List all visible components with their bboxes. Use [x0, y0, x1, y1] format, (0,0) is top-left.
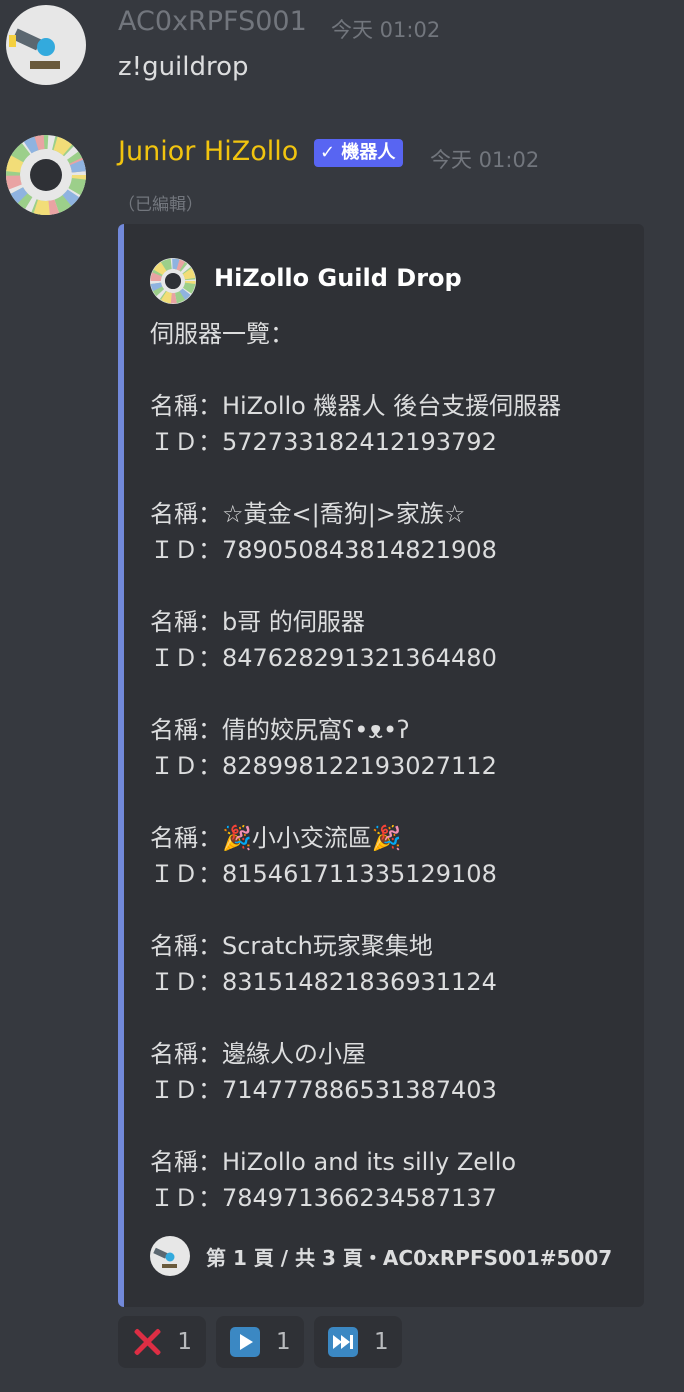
reaction-count: 1 — [276, 1329, 291, 1355]
description-line: ＩＤ：815461711335129108 — [150, 860, 497, 888]
description-line — [150, 1000, 630, 1036]
embed-footer-icon — [150, 1236, 190, 1276]
reaction-count: 1 — [374, 1329, 389, 1355]
description-line — [150, 460, 630, 496]
description-line: 名稱：b哥 的伺服器 — [150, 608, 365, 636]
description-line: 名稱：Scratch玩家聚集地 — [150, 932, 433, 960]
embed-author-name: HiZollo Guild Drop — [214, 264, 462, 292]
edited-label: （已編輯） — [118, 195, 203, 215]
timestamp: 今天 01:02 — [331, 18, 441, 42]
description-line: ＩＤ：572733182412193792 — [150, 428, 497, 456]
reaction-next[interactable]: 1 — [314, 1316, 402, 1368]
description-line: ＩＤ：828998122193027112 — [150, 752, 497, 780]
description-line: 名稱：🎉小小交流區🎉 — [150, 824, 402, 852]
description-line: ＩＤ：714777886531387403 — [150, 1076, 497, 1104]
embed-footer: 第 1 頁 / 共 3 頁・AC0xRPFS001#5007 — [206, 1246, 613, 1270]
description-line — [150, 568, 630, 604]
message-content: z!guildrop — [118, 52, 249, 82]
description-line — [150, 784, 630, 820]
description-line: 名稱：倩的姣尻窩ʕ•ᴥ•ʔ — [150, 716, 410, 744]
description-line: ＩＤ：789050843814821908 — [150, 536, 497, 564]
reaction-x[interactable]: 1 — [118, 1316, 206, 1368]
embed-color-bar — [118, 224, 124, 1307]
description-line — [150, 1108, 630, 1144]
embed-author-icon — [150, 258, 196, 304]
play-button-icon — [230, 1327, 260, 1357]
description-line: ＩＤ：784971366234587137 — [150, 1184, 497, 1212]
bot-tag: ✓ 機器人 — [314, 139, 404, 167]
embed: HiZollo Guild Drop 伺服器一覽： 名稱：HiZollo 機器人 … — [118, 224, 644, 1307]
telescope-icon — [6, 5, 86, 85]
description-line: 名稱：邊緣人の小屋 — [150, 1040, 366, 1068]
description-line — [150, 352, 630, 388]
embed-description: 伺服器一覽： 名稱：HiZollo 機器人 後台支援伺服器 ＩＤ：572733182… — [150, 316, 630, 1216]
bot-username[interactable]: Junior HiZollo — [118, 136, 298, 167]
description-line — [150, 676, 630, 712]
description-line: 名稱：☆黃金<|喬狗|>家族☆ — [150, 500, 466, 528]
ring-logo-icon — [6, 135, 86, 215]
x-mark-icon — [132, 1327, 161, 1357]
timestamp: 今天 01:02 — [430, 148, 540, 172]
description-line: 名稱：HiZollo 機器人 後台支援伺服器 — [150, 392, 562, 420]
user-avatar[interactable] — [6, 5, 86, 85]
description-line: 名稱：HiZollo and its silly Zello — [150, 1148, 517, 1176]
description-line: ＩＤ：831514821836931124 — [150, 968, 497, 996]
reaction-count: 1 — [177, 1329, 192, 1355]
description-line: 伺服器一覽： — [150, 320, 294, 348]
username[interactable]: AC0xRPFS001 — [118, 6, 307, 37]
bot-avatar[interactable] — [6, 135, 86, 215]
description-line: ＩＤ：847628291321364480 — [150, 644, 497, 672]
description-line — [150, 892, 630, 928]
next-track-icon — [328, 1327, 358, 1357]
reaction-play[interactable]: 1 — [216, 1316, 304, 1368]
